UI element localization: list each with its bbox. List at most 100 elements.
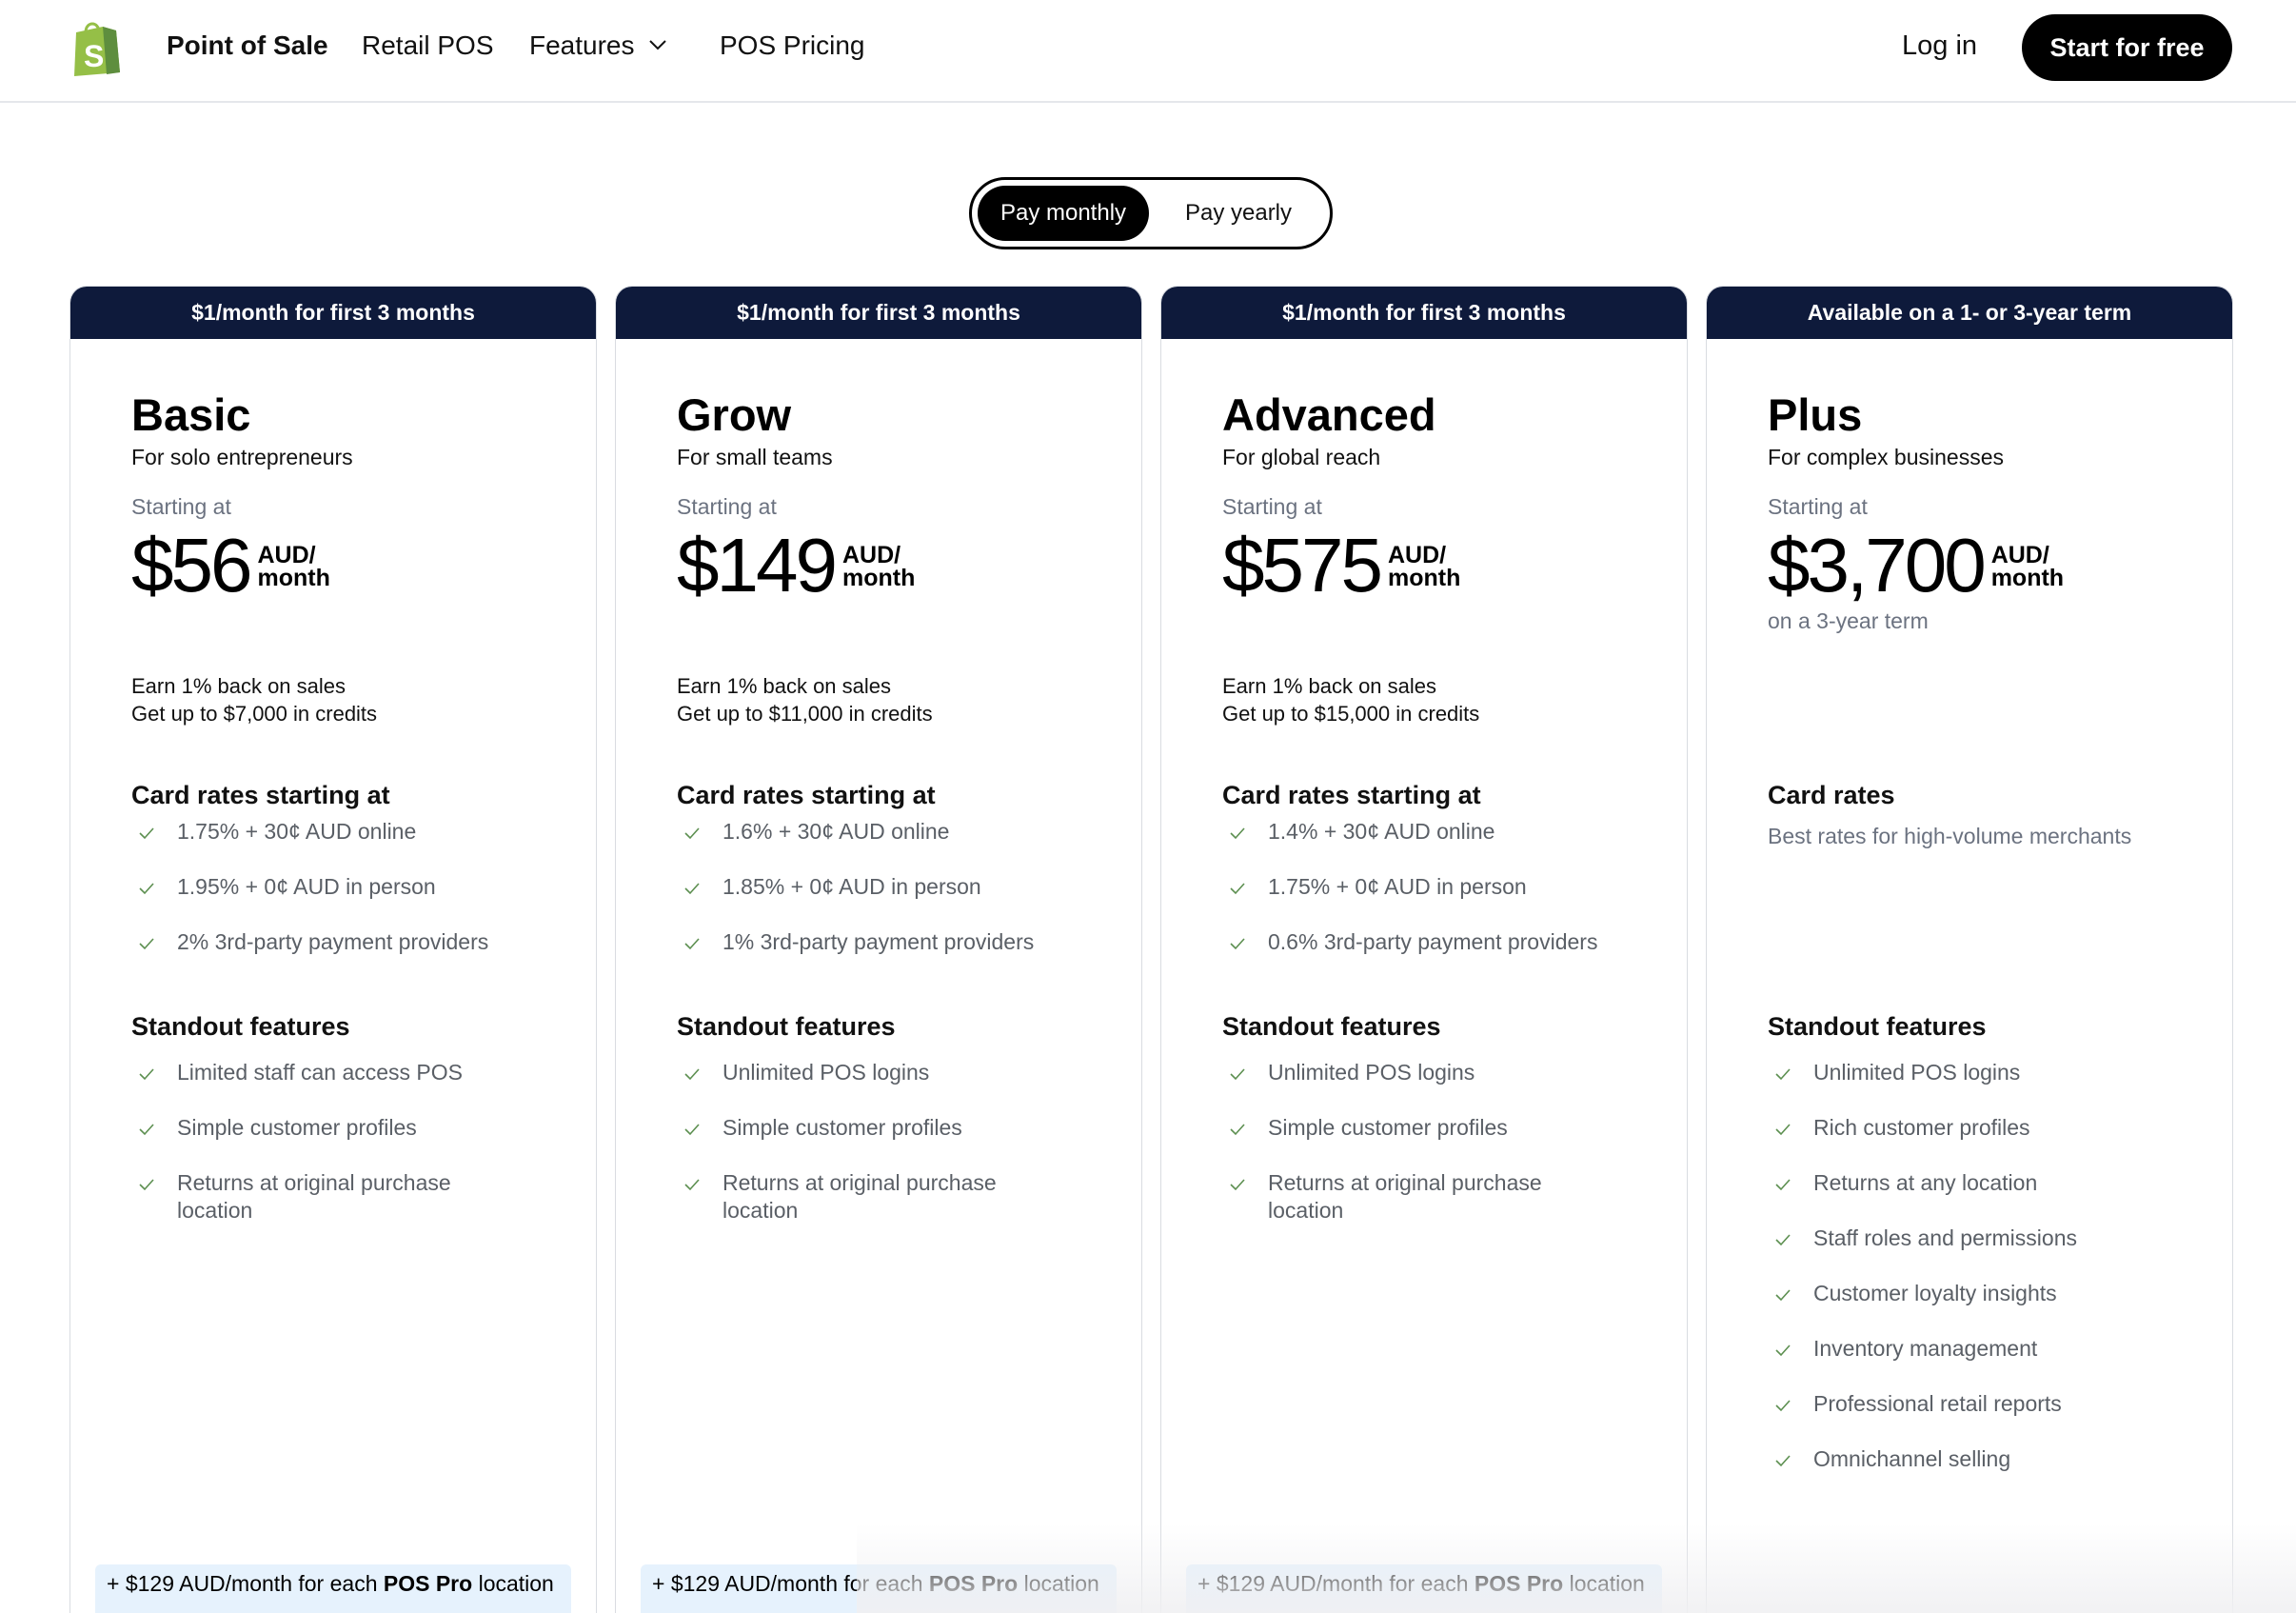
plan-banner: $1/month for first 3 months xyxy=(616,287,1141,339)
feature-text: Omnichannel selling xyxy=(1813,1446,2011,1471)
list-item: Omnichannel selling xyxy=(1768,1445,2204,1473)
pos-pro-addon-note: + $129 AUD/month for each POS Pro locati… xyxy=(641,1564,1117,1613)
plan-banner: $1/month for first 3 months xyxy=(1161,287,1687,339)
addon-product: POS Pro xyxy=(1474,1571,1564,1596)
list-item: 1.75% + 0¢ AUD in person xyxy=(1222,873,1658,901)
term-note: on a 3-year term xyxy=(1768,608,1929,633)
addon-product: POS Pro xyxy=(928,1571,1019,1596)
list-item: 1.6% + 30¢ AUD online xyxy=(677,818,1113,846)
list-item: Unlimited POS logins xyxy=(677,1059,1113,1086)
feature-text: Unlimited POS logins xyxy=(722,1060,930,1085)
plan-banner: Available on a 1- or 3-year term xyxy=(1707,287,2232,339)
check-icon xyxy=(1775,1289,1791,1302)
check-icon xyxy=(1230,1124,1245,1136)
addon-text: + $129 AUD/month for each xyxy=(652,1571,929,1596)
standout-features-list: Unlimited POS logins Rich customer profi… xyxy=(1768,1059,2204,1501)
check-icon xyxy=(1230,938,1245,950)
check-icon xyxy=(1775,1400,1791,1412)
list-item: Customer loyalty insights xyxy=(1768,1280,2204,1307)
list-item: Returns at original purchase location xyxy=(1222,1169,1658,1225)
starting-at-label: Starting at xyxy=(677,494,777,519)
start-for-free-button[interactable]: Start for free xyxy=(2022,14,2232,81)
price-unit: AUD/month xyxy=(1388,544,1460,590)
pay-monthly-option[interactable]: Pay monthly xyxy=(978,186,1149,241)
list-item: Simple customer profiles xyxy=(131,1114,567,1142)
nav-features[interactable]: Features xyxy=(529,27,669,65)
pay-yearly-option[interactable]: Pay yearly xyxy=(1155,186,1322,241)
list-item: Returns at original purchase location xyxy=(131,1169,567,1225)
rate-text: 1.85% + 0¢ AUD in person xyxy=(722,874,981,899)
rate-text: 1.95% + 0¢ AUD in person xyxy=(177,874,436,899)
plan-name: Advanced xyxy=(1222,389,1436,440)
check-icon xyxy=(1775,1344,1791,1357)
plan-price: $56 xyxy=(131,523,252,607)
perk-cashback: Earn 1% back on sales xyxy=(677,674,892,698)
plan-perks: Earn 1% back on sales Get up to $15,000 … xyxy=(1222,672,1479,727)
shopify-logo-icon[interactable]: S xyxy=(70,19,122,76)
price-row: $3,700 AUD/month xyxy=(1768,523,2064,608)
site-header: S Point of Sale Retail POS Features POS … xyxy=(0,0,2296,103)
price-row: $56 AUD/month xyxy=(131,523,330,608)
plan-card-grow: $1/month for first 3 months Grow For sma… xyxy=(615,286,1142,1613)
addon-text: + $129 AUD/month for each xyxy=(1197,1571,1475,1596)
addon-suffix: location xyxy=(472,1571,554,1596)
list-item: Staff roles and permissions xyxy=(1768,1225,2204,1252)
feature-text: Professional retail reports xyxy=(1813,1391,2062,1416)
check-icon xyxy=(139,883,154,895)
rate-text: 1.6% + 30¢ AUD online xyxy=(722,819,950,844)
price-unit: AUD/month xyxy=(1991,544,2064,590)
list-item: Unlimited POS logins xyxy=(1222,1059,1658,1086)
list-item: 1.4% + 30¢ AUD online xyxy=(1222,818,1658,846)
feature-text: Returns at original purchase location xyxy=(722,1170,997,1223)
list-item: Professional retail reports xyxy=(1768,1390,2204,1418)
card-rates-title: Card rates starting at xyxy=(131,781,390,809)
svg-text:S: S xyxy=(84,39,104,73)
list-item: 2% 3rd-party payment providers xyxy=(131,928,567,956)
addon-suffix: location xyxy=(1563,1571,1645,1596)
perk-credits: Get up to $11,000 in credits xyxy=(677,702,933,726)
plan-card-plus: Available on a 1- or 3-year term Plus Fo… xyxy=(1706,286,2233,1613)
standout-features-title: Standout features xyxy=(1768,1012,1987,1041)
check-icon xyxy=(684,827,700,840)
list-item: Simple customer profiles xyxy=(1222,1114,1658,1142)
plan-tagline: For small teams xyxy=(677,445,833,469)
check-icon xyxy=(139,1179,154,1191)
nav-point-of-sale[interactable]: Point of Sale xyxy=(167,27,328,65)
list-item: Inventory management xyxy=(1768,1335,2204,1363)
plan-price: $575 xyxy=(1222,523,1383,607)
feature-text: Rich customer profiles xyxy=(1813,1115,2030,1140)
login-link[interactable]: Log in xyxy=(1902,27,1977,65)
list-item: Simple customer profiles xyxy=(677,1114,1113,1142)
starting-at-label: Starting at xyxy=(1222,494,1322,519)
standout-features-list: Unlimited POS logins Simple customer pro… xyxy=(1222,1059,1658,1252)
list-item: Rich customer profiles xyxy=(1768,1114,2204,1142)
feature-text: Staff roles and permissions xyxy=(1813,1225,2077,1250)
rate-text: 1.75% + 30¢ AUD online xyxy=(177,819,417,844)
card-rates-list: 1.75% + 30¢ AUD online 1.95% + 0¢ AUD in… xyxy=(131,818,567,984)
feature-text: Inventory management xyxy=(1813,1336,2038,1361)
standout-features-list: Limited staff can access POS Simple cust… xyxy=(131,1059,567,1252)
nav-pos-pricing[interactable]: POS Pricing xyxy=(720,27,865,65)
check-icon xyxy=(684,938,700,950)
plan-name: Basic xyxy=(131,389,251,440)
card-rates-note: Best rates for high-volume merchants xyxy=(1768,824,2132,848)
check-icon xyxy=(1775,1179,1791,1191)
rate-text: 1.4% + 30¢ AUD online xyxy=(1268,819,1495,844)
list-item: Unlimited POS logins xyxy=(1768,1059,2204,1086)
perk-cashback: Earn 1% back on sales xyxy=(131,674,346,698)
standout-features-title: Standout features xyxy=(131,1012,350,1041)
feature-text: Unlimited POS logins xyxy=(1268,1060,1475,1085)
nav-retail-pos[interactable]: Retail POS xyxy=(362,27,494,65)
addon-product: POS Pro xyxy=(383,1571,473,1596)
card-rates-list: 1.4% + 30¢ AUD online 1.75% + 0¢ AUD in … xyxy=(1222,818,1658,984)
price-period: month xyxy=(257,565,330,591)
check-icon xyxy=(139,938,154,950)
price-unit: AUD/month xyxy=(257,544,330,591)
feature-text: Limited staff can access POS xyxy=(177,1060,463,1085)
pos-pro-addon-note: + $129 AUD/month for each POS Pro locati… xyxy=(1186,1564,1662,1613)
plan-banner: $1/month for first 3 months xyxy=(70,287,596,339)
billing-period-toggle: Pay monthly Pay yearly xyxy=(969,177,1333,249)
rate-text: 0.6% 3rd-party payment providers xyxy=(1268,929,1598,954)
card-rates-list: 1.6% + 30¢ AUD online 1.85% + 0¢ AUD in … xyxy=(677,818,1113,984)
list-item: Limited staff can access POS xyxy=(131,1059,567,1086)
